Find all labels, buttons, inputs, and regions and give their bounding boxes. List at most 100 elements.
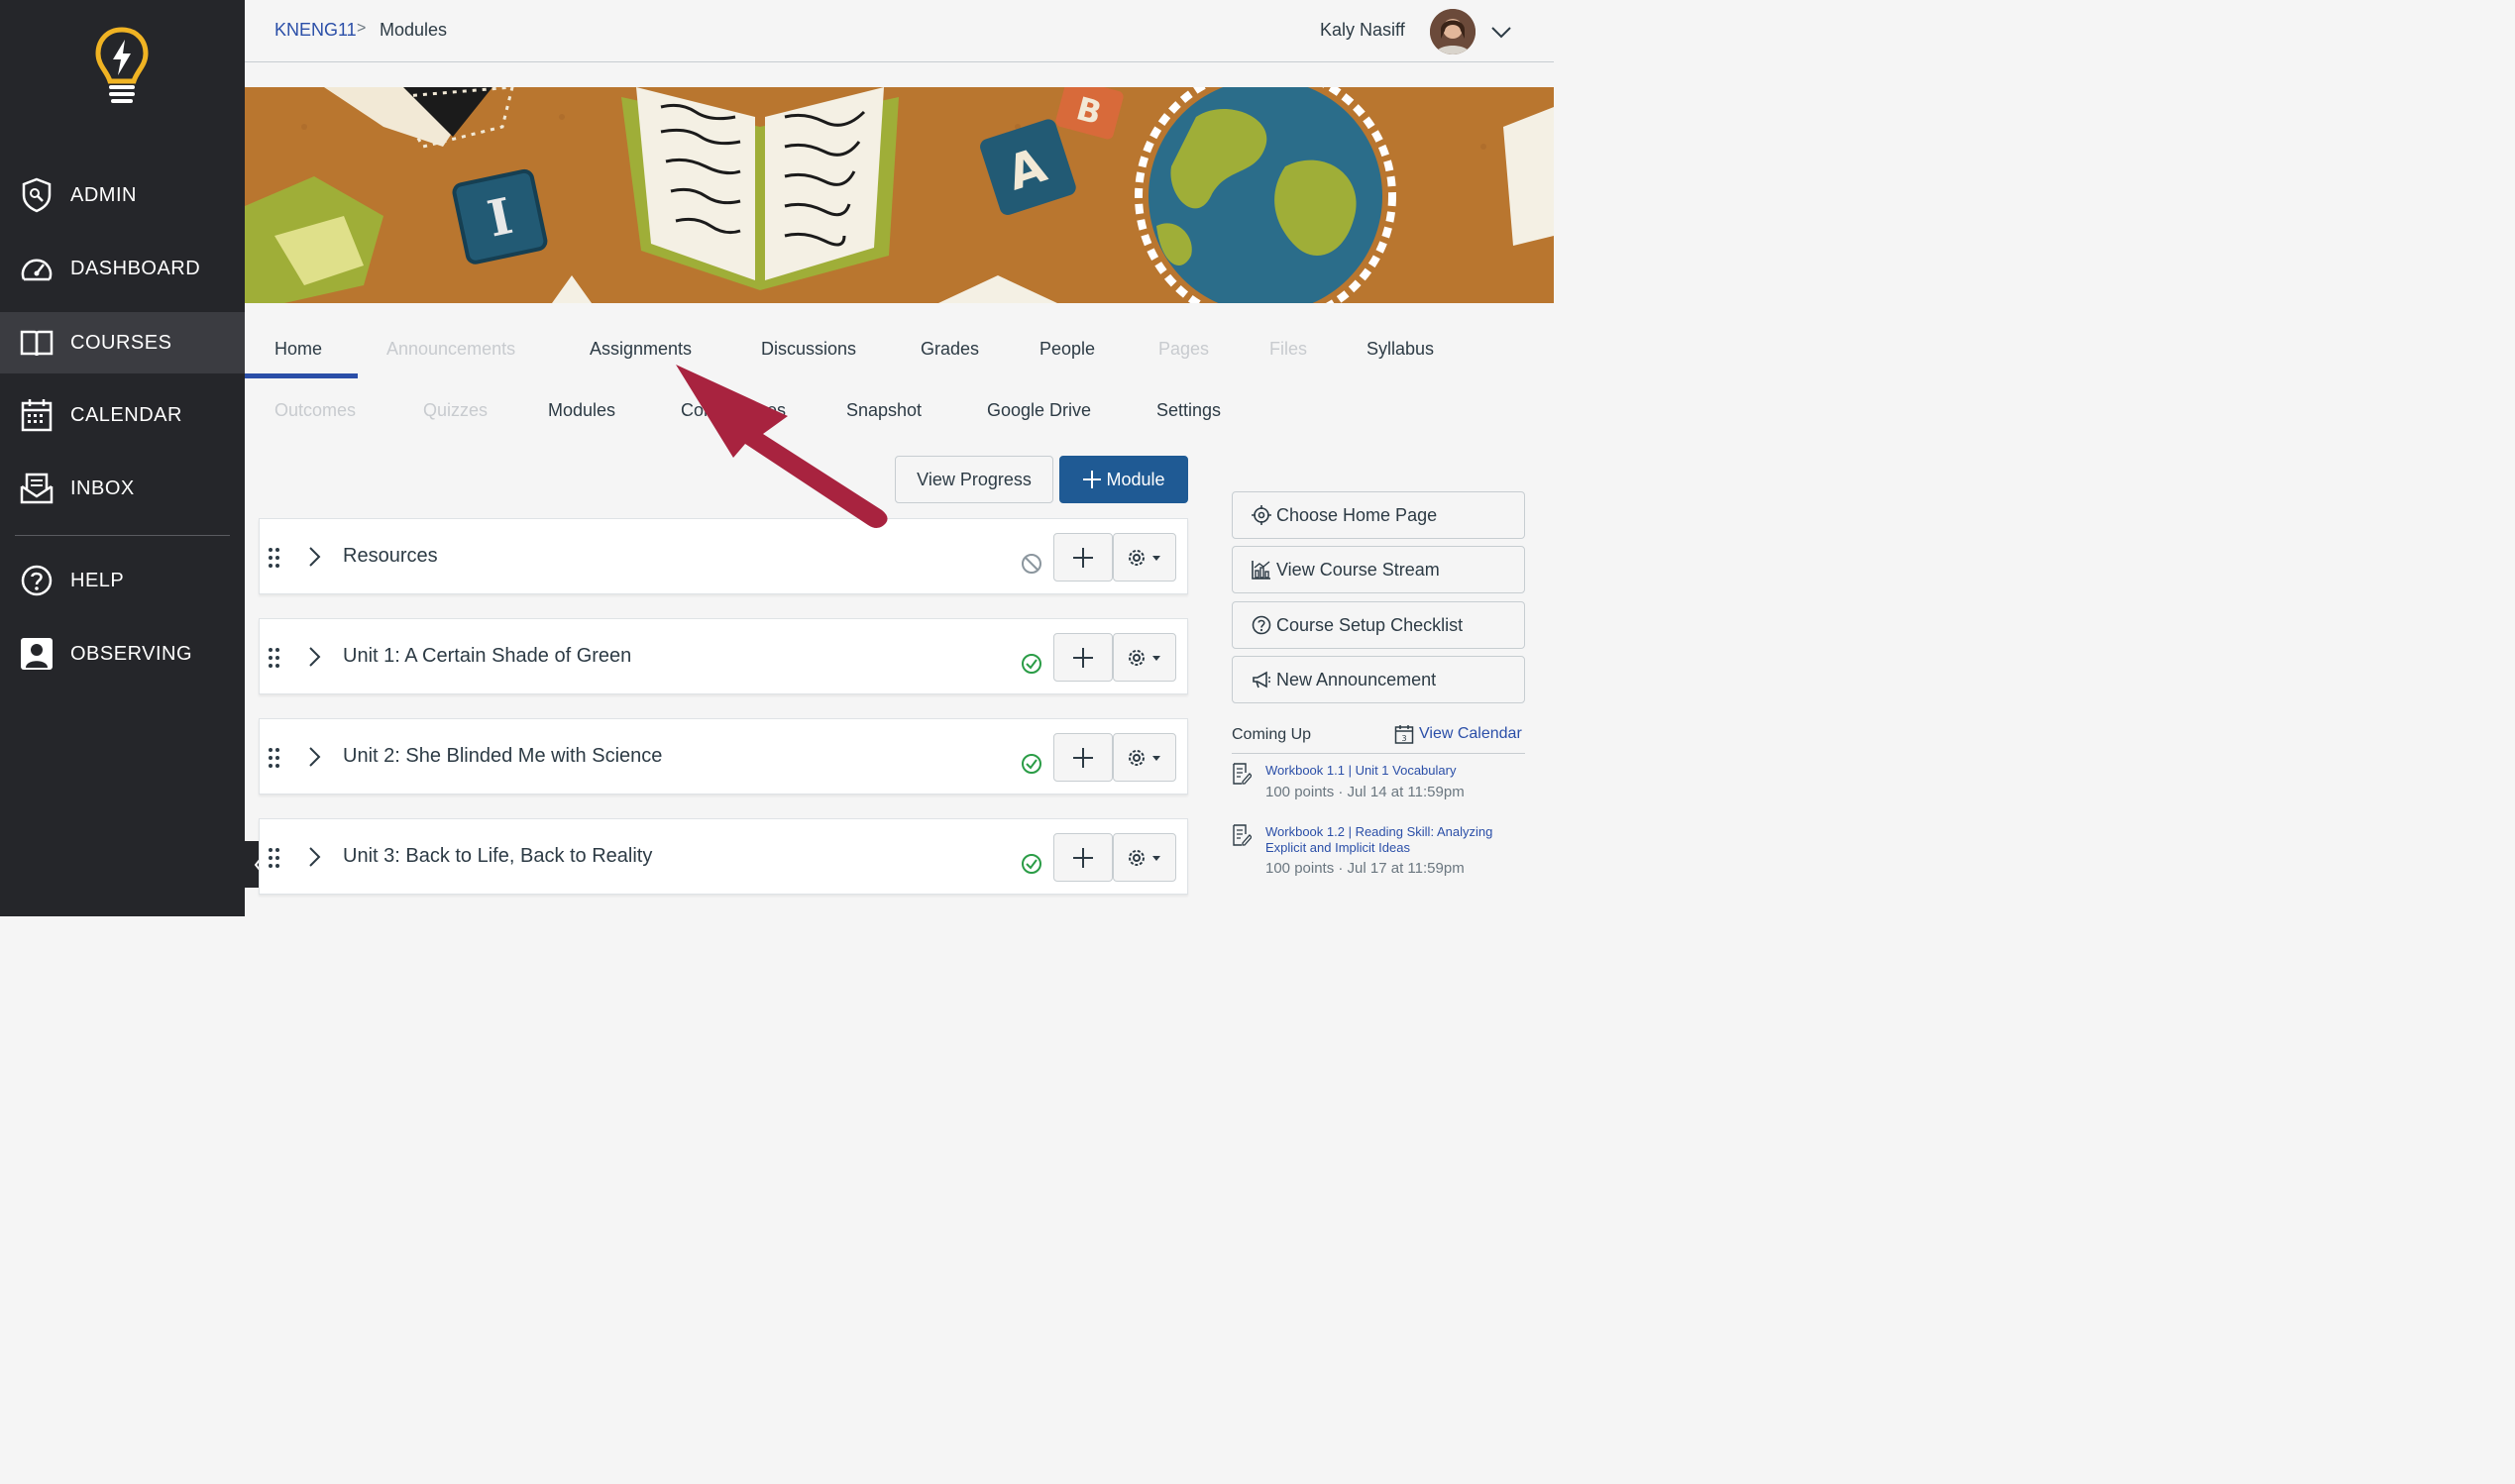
module-settings-button[interactable] [1113,633,1176,682]
coming-up-divider [1232,753,1525,754]
new-announcement-label: New Announcement [1276,669,1437,689]
nav-calendar[interactable]: CALENDAR [0,384,245,446]
add-item-button[interactable] [1053,733,1113,782]
drag-handle-icon[interactable] [268,747,281,769]
module-title[interactable]: Unit 3: Back to Life, Back to Reality [343,845,652,868]
gear-icon [1129,849,1160,866]
plus-icon [1083,471,1102,488]
svg-text:3: 3 [1401,734,1406,743]
module-row: Unit 2: She Blinded Me with Science [259,718,1188,795]
nav-help[interactable]: HELP [0,550,245,611]
chevron-right-icon[interactable] [307,846,323,868]
chevron-right-icon[interactable] [307,746,323,768]
assignment-icon [1232,763,1253,785]
course-nav-announcements[interactable]: Announcements [386,339,515,360]
admin-shield-icon [19,177,55,213]
nav-courses[interactable]: COURSES [0,312,245,373]
published-check-icon[interactable] [1021,853,1042,875]
gear-icon [1129,549,1160,566]
plus-icon [1073,847,1093,868]
module-title[interactable]: Resources [343,545,438,568]
target-icon [1251,504,1272,526]
course-nav-people[interactable]: People [1039,339,1095,360]
nav-observing-label: OBSERVING [70,642,193,665]
coming-up-item-link[interactable]: Workbook 1.2 | Reading Skill: Analyzing … [1265,824,1523,856]
course-nav-es-partial[interactable]: es [767,400,786,421]
sidebar-divider [15,535,230,536]
course-nav-google-drive[interactable]: Google Drive [987,400,1091,421]
avatar[interactable] [1430,9,1476,54]
module-settings-button[interactable] [1113,833,1176,882]
course-nav-con-partial[interactable]: Con [681,400,713,421]
global-nav-sidebar: ADMIN DASHBOARD COURSES CALENDAR INBOX H… [0,0,245,916]
course-nav-home[interactable]: Home [274,339,322,360]
course-nav-modules[interactable]: Modules [548,400,615,421]
megaphone-icon [1251,669,1272,690]
nav-admin[interactable]: ADMIN [0,164,245,226]
module-title[interactable]: Unit 2: She Blinded Me with Science [343,745,662,768]
course-nav-outcomes[interactable]: Outcomes [274,400,356,421]
chevron-right-icon[interactable] [307,546,323,568]
view-course-stream-button[interactable]: View Course Stream [1232,546,1525,593]
breadcrumb-course-link[interactable]: KNENG11 [274,20,357,41]
coming-up-item-link[interactable]: Workbook 1.1 | Unit 1 Vocabulary [1265,763,1523,779]
published-check-icon[interactable] [1021,753,1042,775]
drag-handle-icon[interactable] [268,647,281,669]
nav-courses-label: COURSES [70,331,172,354]
nav-calendar-label: CALENDAR [70,403,182,426]
module-row: Unit 1: A Certain Shade of Green [259,618,1188,694]
view-progress-label: View Progress [917,469,1032,489]
assignment-icon [1232,824,1253,846]
add-module-button[interactable]: Module [1059,456,1188,503]
breadcrumb-separator: > [357,20,367,37]
view-progress-button[interactable]: View Progress [895,456,1053,503]
course-nav-syllabus[interactable]: Syllabus [1367,339,1434,360]
user-name[interactable]: Kaly Nasiff [1320,20,1405,41]
add-item-button[interactable] [1053,533,1113,582]
breadcrumb-current: Modules [380,20,448,40]
view-calendar-link[interactable]: 3 View Calendar [1394,724,1522,744]
course-nav-snapshot[interactable]: Snapshot [846,400,922,421]
nav-help-label: HELP [70,569,125,591]
add-item-button[interactable] [1053,633,1113,682]
chevron-right-icon[interactable] [307,646,323,668]
drag-handle-icon[interactable] [268,847,281,869]
add-module-label: Module [1106,469,1165,489]
choose-home-page-label: Choose Home Page [1276,504,1438,525]
nav-inbox[interactable]: INBOX [0,458,245,519]
new-announcement-button[interactable]: New Announcement [1232,656,1525,703]
module-row: Unit 3: Back to Life, Back to Reality [259,818,1188,895]
module-settings-button[interactable] [1113,533,1176,582]
nav-observing[interactable]: OBSERVING [0,623,245,685]
plus-icon [1073,547,1093,568]
nav-inbox-label: INBOX [70,477,135,499]
course-setup-checklist-button[interactable]: Course Setup Checklist [1232,601,1525,649]
plus-icon [1073,747,1093,768]
course-nav-files[interactable]: Files [1269,339,1307,360]
published-check-icon[interactable] [1021,653,1042,675]
course-nav-grades[interactable]: Grades [921,339,979,360]
drag-handle-icon[interactable] [268,547,281,569]
book-icon [19,325,55,361]
gear-icon [1129,749,1160,766]
module-settings-button[interactable] [1113,733,1176,782]
question-circle-icon [1251,614,1272,636]
unpublished-icon[interactable] [1021,553,1042,575]
course-nav-settings[interactable]: Settings [1156,400,1221,421]
course-setup-checklist-label: Course Setup Checklist [1276,614,1464,635]
person-icon [19,636,55,672]
course-nav-assignments[interactable]: Assignments [590,339,692,360]
lightbulb-logo-icon[interactable] [94,26,150,109]
nav-dashboard[interactable]: DASHBOARD [0,238,245,299]
course-nav-discussions[interactable]: Discussions [761,339,856,360]
add-item-button[interactable] [1053,833,1113,882]
course-banner-image: I B A [245,87,1554,303]
module-row: Resources [259,518,1188,594]
inbox-icon [19,471,55,506]
coming-up-item-meta: 100 points · Jul 14 at 11:59pm [1265,784,1465,800]
module-title[interactable]: Unit 1: A Certain Shade of Green [343,645,631,668]
choose-home-page-button[interactable]: Choose Home Page [1232,491,1525,539]
chevron-down-icon[interactable] [1489,20,1513,44]
course-nav-pages[interactable]: Pages [1158,339,1209,360]
course-nav-quizzes[interactable]: Quizzes [423,400,488,421]
